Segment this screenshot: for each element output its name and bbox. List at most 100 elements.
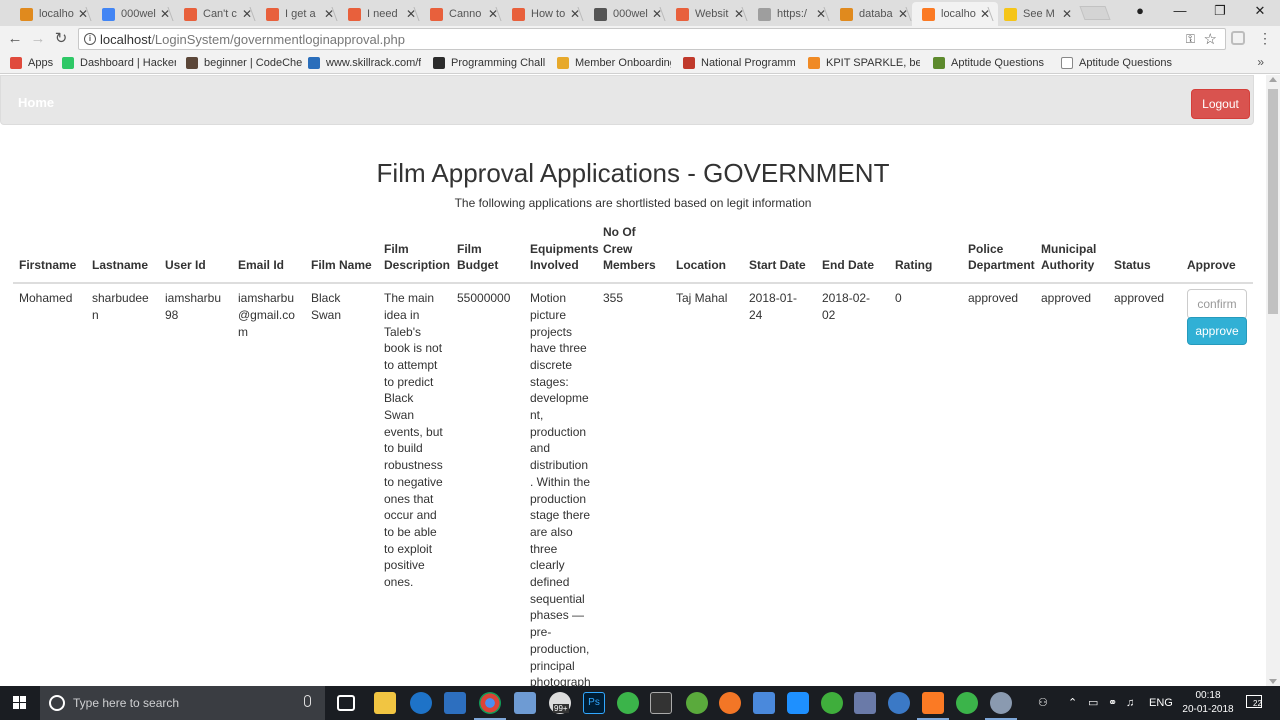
tray-overflow-icon[interactable]: ⌃ bbox=[1068, 686, 1077, 720]
approve-button[interactable]: approve bbox=[1187, 317, 1247, 346]
stackoverflow-icon bbox=[430, 7, 443, 21]
browser-tab[interactable]: Canno ✕ bbox=[420, 2, 506, 26]
restore-button[interactable]: ❐ bbox=[1200, 0, 1240, 24]
bookmark-item[interactable]: KPIT SPARKLE, beyon bbox=[808, 55, 920, 71]
browser-tab[interactable]: I get a ✕ bbox=[256, 2, 342, 26]
edge-icon[interactable] bbox=[410, 692, 432, 714]
store-icon[interactable] bbox=[444, 692, 466, 714]
bookmarks-overflow-icon[interactable]: » bbox=[1257, 55, 1264, 69]
eclipse-icon[interactable] bbox=[888, 692, 910, 714]
bookmark-star-icon[interactable]: ☆ bbox=[1204, 30, 1217, 48]
menu-dots-icon[interactable]: ⋮ bbox=[1258, 29, 1272, 47]
volume-icon[interactable]: ♫ bbox=[1126, 686, 1134, 720]
xampp-icon bbox=[922, 7, 935, 21]
tab-title: 000wel bbox=[613, 8, 648, 20]
bookmark-item[interactable]: Member Onboarding bbox=[557, 55, 671, 71]
tab-title: I need bbox=[367, 8, 398, 20]
browser-tab[interactable]: I need ✕ bbox=[338, 2, 424, 26]
url-text[interactable]: localhost/LoginSystem/governmentloginapp… bbox=[100, 32, 405, 47]
android-studio-icon[interactable] bbox=[686, 692, 708, 714]
vmware-icon[interactable] bbox=[854, 692, 876, 714]
bookmarks-bar: Apps Dashboard | HackerR beginner | CodeCh… bbox=[0, 52, 1280, 74]
forward-arrow-icon[interactable]: → bbox=[29, 30, 47, 48]
bookmark-item[interactable]: www.skillrack.com/fa bbox=[308, 55, 421, 71]
page-scrollbar[interactable] bbox=[1266, 75, 1280, 686]
atom-icon[interactable] bbox=[617, 692, 639, 714]
cell-lastname: sharbudeen bbox=[92, 291, 149, 322]
chrome-icon[interactable] bbox=[474, 692, 506, 720]
tab-title: Canno bbox=[449, 8, 482, 20]
browser-tab[interactable]: Can't c ✕ bbox=[174, 2, 260, 26]
browser-tab[interactable]: Websit ✕ bbox=[666, 2, 752, 26]
jupyter-icon[interactable] bbox=[719, 692, 741, 714]
start-button[interactable] bbox=[0, 686, 40, 720]
column-header: Email Id bbox=[232, 224, 305, 285]
browser-tab[interactable]: localho ✕ bbox=[912, 2, 998, 26]
page-icon bbox=[758, 7, 771, 21]
bookmark-item[interactable]: Programming Challe bbox=[433, 55, 545, 71]
browser-tab[interactable]: 000wel ✕ bbox=[92, 2, 178, 26]
bookmark-item[interactable]: Apps bbox=[10, 55, 58, 71]
remote-desktop-icon[interactable] bbox=[753, 692, 775, 714]
language-indicator[interactable]: ENG bbox=[1149, 686, 1173, 720]
green-app-icon[interactable] bbox=[956, 692, 978, 714]
bookmark-item[interactable]: beginner | CodeChef bbox=[186, 55, 302, 71]
taskbar-search-box[interactable]: Type here to search bbox=[40, 686, 325, 720]
home-link[interactable]: Home bbox=[18, 95, 54, 110]
file-explorer-icon[interactable] bbox=[374, 692, 396, 714]
extension-icon[interactable] bbox=[1231, 31, 1245, 45]
scroll-up-icon[interactable] bbox=[1269, 77, 1277, 82]
taskbar-clock[interactable]: 00:18 20-01-2018 bbox=[1178, 689, 1238, 717]
wifi-icon[interactable]: ⚭ bbox=[1108, 686, 1117, 720]
column-header: Approve bbox=[1181, 224, 1253, 285]
top-navbar: Home Logout bbox=[0, 75, 1254, 125]
address-bar[interactable]: i localhost/LoginSystem/governmentlogina… bbox=[78, 28, 1226, 50]
confirm-input[interactable] bbox=[1187, 289, 1247, 320]
xampp-icon bbox=[20, 7, 33, 21]
virtualbox-icon[interactable] bbox=[514, 692, 536, 714]
logout-button[interactable]: Logout bbox=[1191, 89, 1250, 119]
column-header: Start Date bbox=[743, 224, 816, 285]
browser-tab[interactable]: localho ✕ bbox=[10, 2, 96, 26]
xampp-icon[interactable] bbox=[917, 692, 949, 720]
snipping-tool-icon[interactable] bbox=[985, 692, 1017, 720]
action-center-icon[interactable]: 22 bbox=[1246, 695, 1262, 708]
xampp-icon bbox=[840, 7, 853, 21]
terminal-icon[interactable] bbox=[650, 692, 672, 714]
taskbar-search-placeholder[interactable]: Type here to search bbox=[73, 696, 179, 710]
browser-tab[interactable]: databa ✕ bbox=[830, 2, 916, 26]
bookmark-item[interactable]: National Programme bbox=[683, 55, 795, 71]
microphone-icon[interactable] bbox=[304, 695, 311, 707]
browser-tab[interactable]: 000wel ✕ bbox=[584, 2, 670, 26]
battery-icon[interactable]: ▭ bbox=[1088, 686, 1098, 720]
people-icon[interactable]: ⚇ bbox=[1038, 686, 1048, 720]
info-icon[interactable]: i bbox=[84, 33, 96, 45]
task-view-icon[interactable] bbox=[337, 695, 355, 711]
bookmark-item[interactable]: Aptitude Questions a bbox=[933, 55, 1045, 71]
photoshop-icon[interactable]: Ps bbox=[583, 692, 605, 714]
back-arrow-icon[interactable]: ← bbox=[6, 30, 24, 48]
close-tab-icon[interactable]: ✕ bbox=[1060, 7, 1074, 21]
bookmark-item[interactable]: Aptitude Questions a bbox=[1061, 55, 1173, 71]
minimize-button[interactable]: — bbox=[1160, 0, 1200, 24]
key-icon[interactable]: ⚿ bbox=[1186, 32, 1195, 47]
cell-firstname: Mohamed bbox=[19, 291, 73, 306]
close-window-button[interactable]: ✕ bbox=[1240, 0, 1280, 24]
skillrack-icon bbox=[308, 57, 320, 69]
codechef-icon bbox=[186, 57, 198, 69]
mail-icon[interactable]: 99+ bbox=[549, 692, 571, 714]
onboarding-icon bbox=[557, 57, 569, 69]
scrollbar-thumb[interactable] bbox=[1268, 89, 1278, 314]
browser-tab[interactable]: See M ✕ bbox=[994, 2, 1080, 26]
profile-icon[interactable]: ● bbox=[1120, 0, 1160, 24]
browser-tab[interactable]: How to ✕ bbox=[502, 2, 588, 26]
cortana-icon[interactable] bbox=[49, 695, 65, 711]
lightning-icon bbox=[1004, 7, 1017, 21]
skype-icon[interactable] bbox=[821, 692, 843, 714]
reload-icon[interactable]: ↻ bbox=[52, 30, 70, 48]
scroll-down-icon[interactable] bbox=[1269, 679, 1277, 684]
browser-tab[interactable]: https:/✕ bbox=[748, 2, 834, 26]
new-tab-button[interactable] bbox=[1079, 6, 1111, 20]
sync-icon[interactable] bbox=[787, 692, 809, 714]
bookmark-item[interactable]: Dashboard | HackerR bbox=[62, 55, 176, 71]
